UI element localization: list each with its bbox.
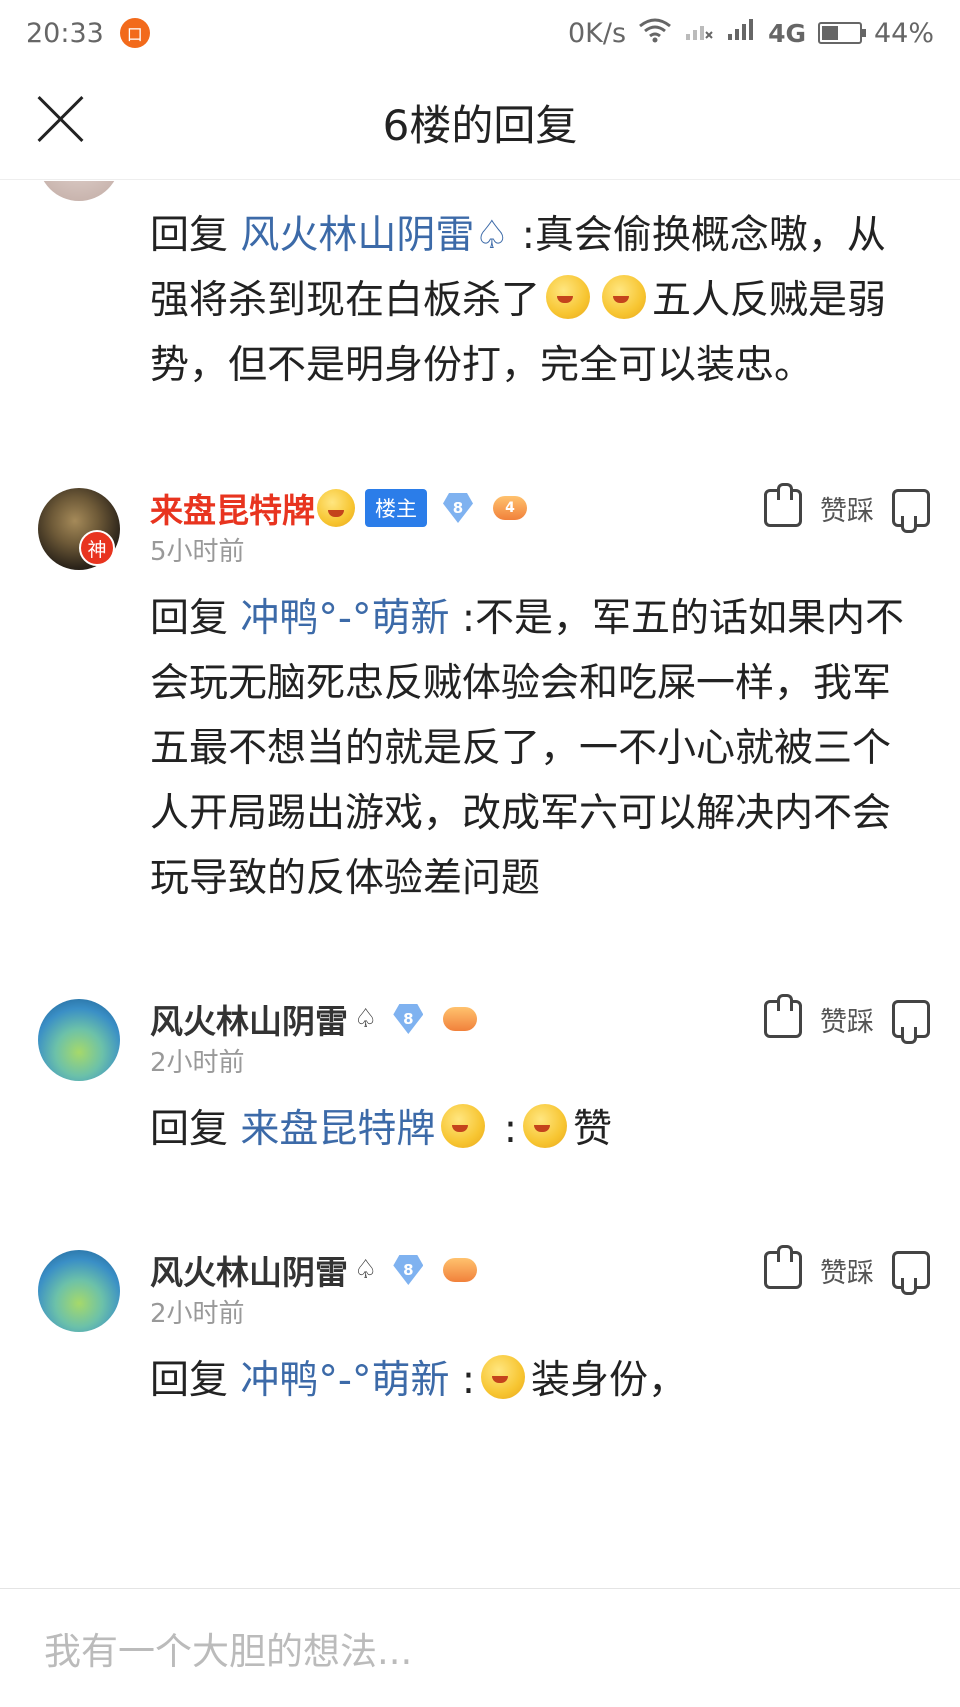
mention-link[interactable]: 冲鸭°-°萌新 <box>240 596 449 641</box>
reply-body: 回复 风火林山阴雷♤ :真会偷换概念嗷，从强将杀到现在白板杀了 五人反贼是弱势，但… <box>150 203 920 398</box>
comment-input[interactable]: 我有一个大胆的想法... <box>44 1621 412 1675</box>
spade-icon: ♤ <box>354 1255 378 1285</box>
like-icon[interactable] <box>764 994 802 1038</box>
reply-prefix: 回复 <box>150 596 229 641</box>
vote-actions: 赞踩 <box>764 483 930 532</box>
reply-item: 风火林山阴雷 ♤ 8 赞踩 2小时前 回复 来盘昆特牌 :赞 <box>0 994 960 1162</box>
reply-text: 赞 <box>572 1107 612 1152</box>
wifi-icon <box>638 17 672 50</box>
gamepad-icon <box>443 1007 478 1031</box>
gamepad-icon <box>443 1258 478 1282</box>
close-button[interactable] <box>36 94 86 144</box>
like-icon[interactable] <box>764 1245 802 1289</box>
reply-text: :不是，军五的话如果内不会玩无脑死忠反贼体验会和吃屎一样，我军五最不想当的就是反… <box>150 596 905 901</box>
level-badge-icon: 8 <box>443 493 473 523</box>
laughing-emoji-icon <box>546 275 591 319</box>
reply-body: 回复 冲鸭°-°萌新 :不是，军五的话如果内不会玩无脑死忠反贼体验会和吃屎一样，… <box>150 586 920 911</box>
reply-prefix: 回复 <box>150 213 229 258</box>
reply-time: 2小时前 <box>150 1299 245 1329</box>
reply-body: 回复 冲鸭°-°萌新 : 装身份， <box>150 1348 920 1413</box>
reply-item: 回复 风火林山阴雷♤ :真会偷换概念嗷，从强将杀到现在白板杀了 五人反贼是弱势，但… <box>0 181 960 398</box>
dislike-icon[interactable] <box>892 1251 930 1289</box>
dislike-label: 踩 <box>847 1257 874 1289</box>
status-bar: 20:33 口 0K/s 4G 44% <box>0 0 960 66</box>
like-label: 赞 <box>820 495 847 527</box>
reply-body: 回复 来盘昆特牌 : 赞 <box>150 1097 920 1162</box>
vote-actions: 赞踩 <box>764 1245 930 1294</box>
page-title: 6楼的回复 <box>382 101 578 150</box>
username[interactable]: 来盘昆特牌 <box>150 484 315 532</box>
hush-emoji-icon <box>481 1355 526 1399</box>
status-indicators: 0K/s 4G 44% <box>568 17 934 50</box>
comment-bar: 我有一个大胆的想法... <box>0 1588 960 1707</box>
app-notification-icon: 口 <box>119 18 150 48</box>
like-label: 赞 <box>820 1006 847 1038</box>
tongue-emoji-icon <box>441 1104 486 1148</box>
dislike-icon[interactable] <box>892 489 930 527</box>
reply-prefix: 回复 <box>150 1107 229 1152</box>
network-speed: 0K/s <box>568 17 627 49</box>
reply-item: 风火林山阴雷 ♤ 8 赞踩 2小时前 回复 冲鸭°-°萌新 : 装身份， <box>0 1245 960 1413</box>
avatar[interactable] <box>38 1250 120 1332</box>
mention-link[interactable]: 风火林山阴雷♤ <box>240 213 509 258</box>
signal-sim2-icon <box>726 18 756 49</box>
vote-labels: 赞踩 <box>820 1000 874 1039</box>
tongue-emoji-icon <box>317 489 355 527</box>
dislike-label: 踩 <box>847 495 874 527</box>
username[interactable]: 风火林山阴雷 <box>150 995 348 1043</box>
laughing-emoji-icon <box>602 275 647 319</box>
floor-owner-tag: 楼主 <box>365 489 427 527</box>
vote-labels: 赞踩 <box>820 489 874 528</box>
battery-percent: 44% <box>873 17 934 49</box>
reply-prefix: 回复 <box>150 1358 229 1403</box>
vote-actions: 赞踩 <box>764 994 930 1043</box>
reply-text: 装身份， <box>531 1358 688 1403</box>
reply-item: 神 来盘昆特牌 楼主 8 4 赞踩 5小时前 回复 冲鸭°-°萌新 :不是，军五… <box>0 483 960 911</box>
reply-text: : <box>449 1358 476 1403</box>
level-badge-icon: 8 <box>393 1255 424 1285</box>
network-type: 4G <box>768 18 806 48</box>
reply-list[interactable]: 回复 风火林山阴雷♤ :真会偷换概念嗷，从强将杀到现在白板杀了 五人反贼是弱势，但… <box>0 181 960 1588</box>
dislike-icon[interactable] <box>892 1000 930 1038</box>
vote-labels: 赞踩 <box>820 1251 874 1290</box>
like-label: 赞 <box>820 1257 847 1289</box>
nav-bar: 6楼的回复 <box>0 66 960 180</box>
status-time: 20:33 <box>26 17 104 49</box>
reply-text: : <box>491 1107 517 1152</box>
avatar[interactable] <box>38 999 120 1081</box>
gamepad-icon: 4 <box>493 496 527 520</box>
mention-link[interactable]: 冲鸭°-°萌新 <box>240 1358 449 1403</box>
like-icon[interactable] <box>764 483 802 527</box>
signal-sim1-icon <box>684 18 714 49</box>
battery-fill <box>821 26 838 40</box>
spade-icon: ♤ <box>354 1004 378 1034</box>
level-badge-icon: 8 <box>393 1004 424 1034</box>
reply-time: 2小时前 <box>150 1048 245 1078</box>
god-badge: 神 <box>79 530 115 566</box>
reply-time: 5小时前 <box>150 537 245 567</box>
avatar[interactable] <box>38 181 120 201</box>
thinking-emoji-icon <box>522 1104 567 1148</box>
mention-link[interactable]: 来盘昆特牌 <box>240 1107 435 1152</box>
dislike-label: 踩 <box>847 1006 874 1038</box>
battery-icon <box>817 22 866 44</box>
username[interactable]: 风火林山阴雷 <box>150 1246 348 1294</box>
